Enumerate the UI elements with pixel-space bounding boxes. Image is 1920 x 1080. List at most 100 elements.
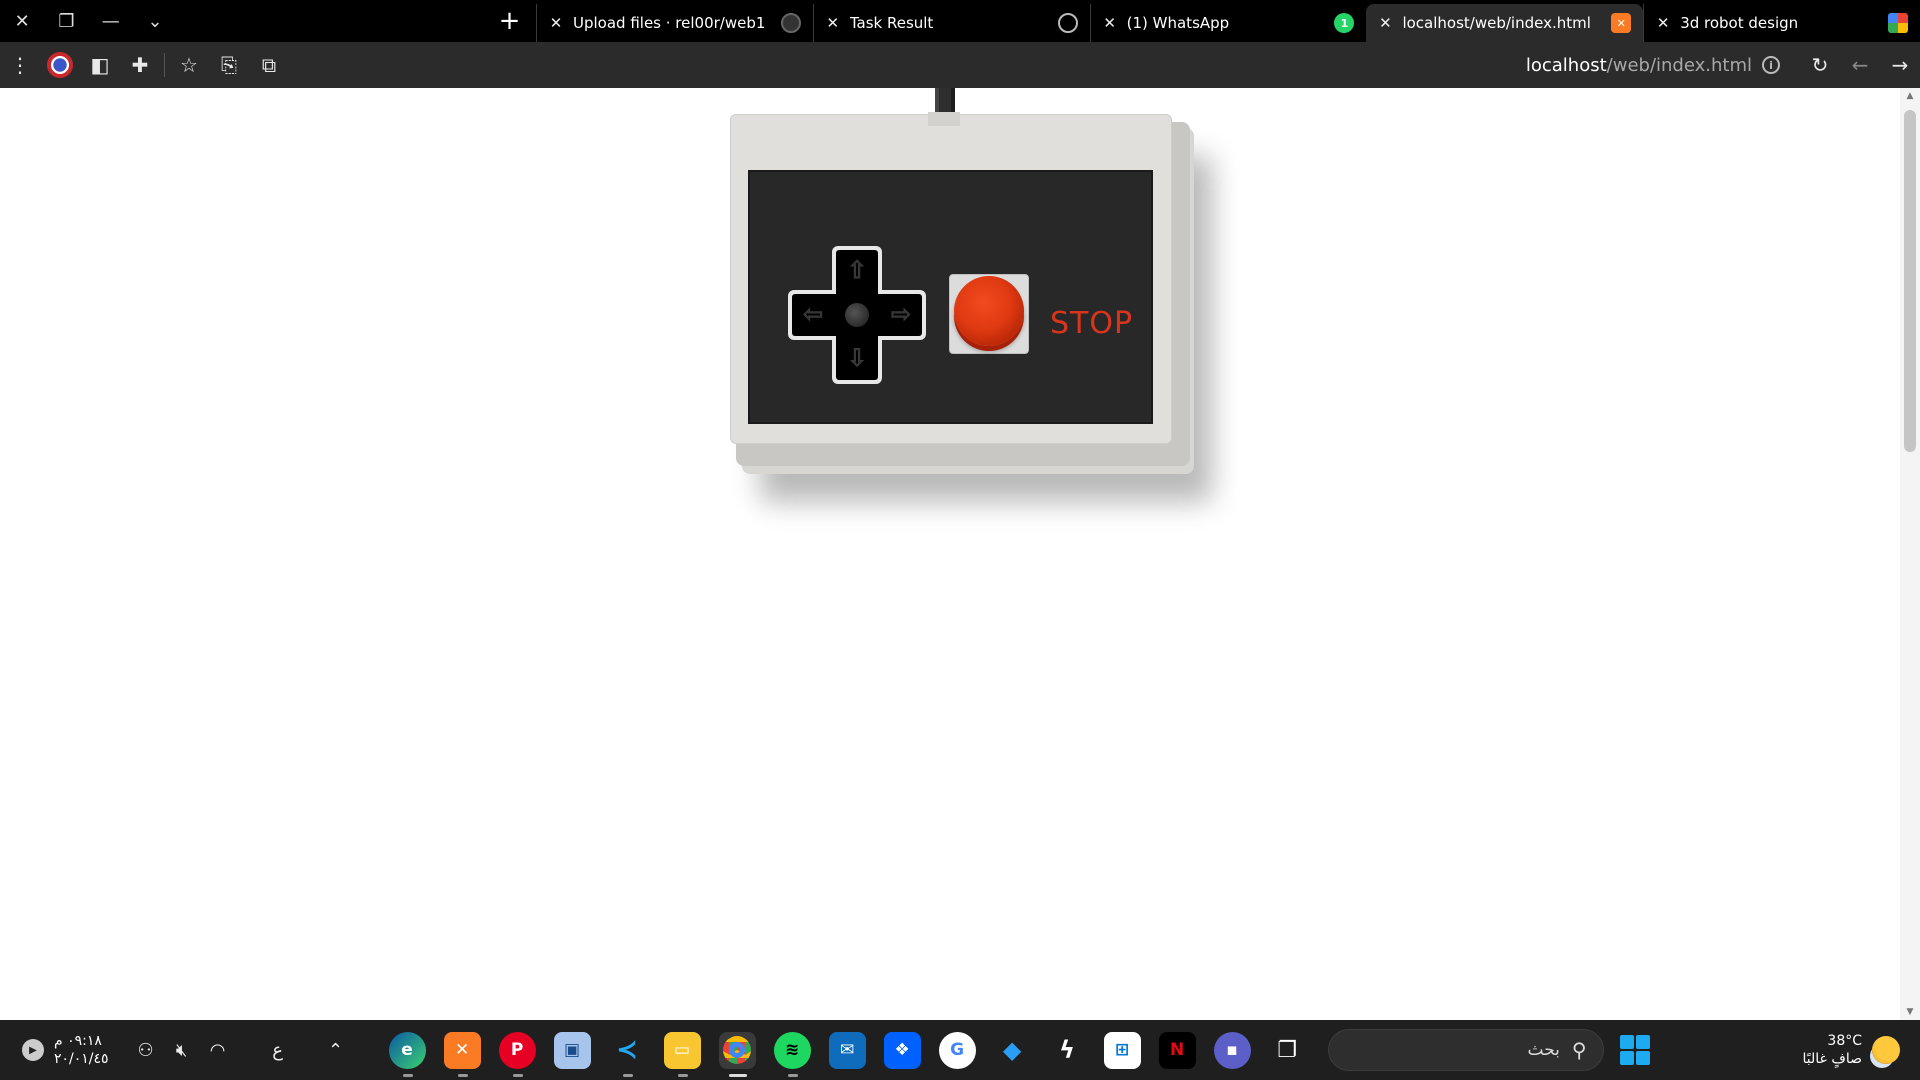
teams-icon[interactable]: ▪ xyxy=(1213,1031,1251,1069)
tab-title: Upload files · rel00r/web1 xyxy=(573,14,766,32)
tab-close-icon[interactable]: ✕ xyxy=(549,14,563,32)
running-indicator xyxy=(402,1073,413,1077)
weather-desc: صافٍ غالبًا xyxy=(1802,1051,1862,1067)
menu-icon[interactable]: ⋮ xyxy=(0,47,40,83)
taskbar: ▶ ٠٩:١٨ م ٢٠/٠١/٤٥ ⚇ 🔇︎ ◠ ع ⌃ e ✕ P ▣ ≺ … xyxy=(0,1020,1920,1080)
bookmark-star-icon[interactable]: ☆ xyxy=(169,47,209,83)
tab-search-chevron-icon[interactable]: ⌄ xyxy=(133,0,177,42)
start-tile xyxy=(1619,1035,1634,1049)
url-text: localhost/web/index.html xyxy=(1526,55,1752,76)
weather-sun-icon xyxy=(1872,1036,1900,1064)
forward-icon[interactable]: → xyxy=(1880,47,1920,83)
clock-date: ٢٠/٠١/٤٥ xyxy=(54,1051,109,1067)
running-indicator xyxy=(512,1073,523,1077)
taskbar-search[interactable]: بحث ⚲ xyxy=(1327,1029,1604,1071)
dropbox-icon[interactable]: ❖ xyxy=(883,1031,921,1069)
profile-avatar-icon xyxy=(47,52,73,78)
tab-3d-robot-design[interactable]: ✕ 3d robot design xyxy=(1643,4,1920,42)
translate-icon[interactable]: ⧉ xyxy=(249,47,289,83)
notification-icon[interactable]: ▶ xyxy=(22,1039,44,1061)
weather-text: 38°C صافٍ غالبًا xyxy=(1803,1032,1862,1068)
scroll-down-icon[interactable]: ▼ xyxy=(1900,1004,1920,1020)
browser-toolbar: ⋮ ◧ ✚ ☆ ⎘ ⧉ localhost/web/index.html i ↻… xyxy=(0,42,1920,88)
start-tile xyxy=(1619,1051,1634,1065)
tab-close-icon[interactable]: ✕ xyxy=(826,14,840,32)
weather-temp: 38°C xyxy=(1827,1033,1862,1049)
xampp-icon: ✕ xyxy=(1611,13,1632,33)
stop-label: STOP xyxy=(1050,306,1134,341)
capcut-icon[interactable]: ϟ xyxy=(1049,1032,1086,1069)
task-view-icon[interactable]: ❐ xyxy=(1269,1032,1306,1069)
clock-time: ٠٩:١٨ م xyxy=(54,1033,102,1049)
toolbar-divider xyxy=(164,53,165,77)
tab-whatsapp[interactable]: ✕ (1) WhatsApp 1 xyxy=(1089,4,1367,42)
spotify-icon[interactable]: ≋ xyxy=(773,1031,811,1077)
scroll-up-icon[interactable]: ▲ xyxy=(1900,88,1920,104)
running-indicator xyxy=(728,1073,747,1077)
arrow-left-icon[interactable]: ⇦ xyxy=(800,302,826,328)
pinterest-icon[interactable]: P xyxy=(498,1031,536,1077)
sidebar-icon[interactable]: ◧ xyxy=(80,47,120,83)
arrow-right-icon[interactable]: ⇨ xyxy=(888,302,914,328)
vscode-icon[interactable]: ≺ xyxy=(609,1032,646,1077)
system-tray: ▶ ٠٩:١٨ م ٢٠/٠١/٤٥ ⚇ 🔇︎ ◠ ع ⌃ xyxy=(22,1032,349,1068)
arrow-down-icon[interactable]: ⇩ xyxy=(844,346,870,372)
microsoft-store-icon[interactable]: ⊞ xyxy=(1103,1031,1141,1069)
battery-icon[interactable]: ⚇ xyxy=(133,1040,159,1061)
start-tile xyxy=(1635,1051,1650,1065)
tab-title: 3d robot design xyxy=(1680,14,1799,32)
url-host: localhost xyxy=(1525,54,1607,76)
tab-upload-files[interactable]: ✕ Upload files · rel00r/web1 xyxy=(536,4,813,42)
arrow-up-icon[interactable]: ⇧ xyxy=(844,258,870,284)
back-icon[interactable]: ← xyxy=(1840,47,1880,83)
reload-icon[interactable]: ↻ xyxy=(1800,47,1840,83)
cable-socket xyxy=(928,112,960,126)
stop-button[interactable] xyxy=(954,276,1024,346)
running-indicator xyxy=(787,1073,798,1077)
minimize-window-icon[interactable]: — xyxy=(89,0,133,42)
globe-icon xyxy=(1057,13,1078,33)
restore-window-icon[interactable]: ❐ xyxy=(44,0,88,42)
wifi-icon[interactable]: ◠ xyxy=(205,1040,231,1061)
file-explorer-icon[interactable]: ▭ xyxy=(663,1031,701,1077)
dpad-center xyxy=(845,303,869,327)
tab-close-icon[interactable]: ✕ xyxy=(1103,14,1117,32)
github-icon xyxy=(780,13,801,33)
netflix-icon[interactable]: N xyxy=(1158,1031,1196,1069)
url-path: /web/index.html xyxy=(1606,54,1752,76)
running-indicator xyxy=(457,1073,468,1077)
dpad[interactable]: ⇧ ⇩ ⇦ ⇨ xyxy=(788,246,926,384)
mail-icon[interactable]: ✉ xyxy=(828,1031,866,1069)
tab-title: Task Result xyxy=(849,14,934,32)
address-bar[interactable]: localhost/web/index.html i xyxy=(1526,55,1786,76)
chevron-up-icon[interactable]: ⌃ xyxy=(323,1040,349,1061)
tab-close-icon[interactable]: ✕ xyxy=(1656,14,1670,32)
start-button[interactable] xyxy=(1619,1035,1650,1065)
virtualbox-icon[interactable]: ▣ xyxy=(553,1031,591,1069)
share-icon[interactable]: ⎘ xyxy=(209,47,249,83)
chrome-icon[interactable] xyxy=(718,1031,756,1077)
google-icon[interactable]: G xyxy=(938,1031,976,1069)
tab-close-icon[interactable]: ✕ xyxy=(1378,14,1392,32)
site-info-icon[interactable]: i xyxy=(1762,56,1780,74)
xampp-icon[interactable]: ✕ xyxy=(443,1031,481,1077)
language-indicator[interactable]: ع xyxy=(265,1040,291,1061)
close-window-icon[interactable]: ✕ xyxy=(0,0,44,42)
chrome-logo xyxy=(723,1036,752,1064)
weather-widget[interactable]: 38°C صافٍ غالبًا xyxy=(1803,1032,1900,1068)
edge-icon[interactable]: e xyxy=(388,1031,426,1077)
page-scrollbar[interactable]: ▲ ▼ xyxy=(1900,88,1920,1020)
start-tile xyxy=(1635,1035,1650,1049)
taskbar-apps: e ✕ P ▣ ≺ ▭ ≋ ✉ ❖ G ◆ ϟ ⊞ N ▪ ❐ xyxy=(388,1031,1306,1077)
scroll-thumb[interactable] xyxy=(1904,110,1916,452)
search-placeholder: بحث xyxy=(1527,1040,1560,1060)
volume-muted-icon[interactable]: 🔇︎ xyxy=(169,1040,195,1061)
tab-localhost[interactable]: ✕ localhost/web/index.html ✕ xyxy=(1366,4,1644,42)
extensions-icon[interactable]: ✚ xyxy=(120,47,160,83)
new-tab-button[interactable]: + xyxy=(491,0,528,42)
roblox-icon[interactable]: ◆ xyxy=(994,1032,1031,1069)
clock[interactable]: ٠٩:١٨ م ٢٠/٠١/٤٥ xyxy=(54,1032,109,1068)
tab-task-result[interactable]: ✕ Task Result xyxy=(812,4,1090,42)
running-indicator xyxy=(622,1073,633,1077)
profile-button[interactable] xyxy=(40,47,80,83)
